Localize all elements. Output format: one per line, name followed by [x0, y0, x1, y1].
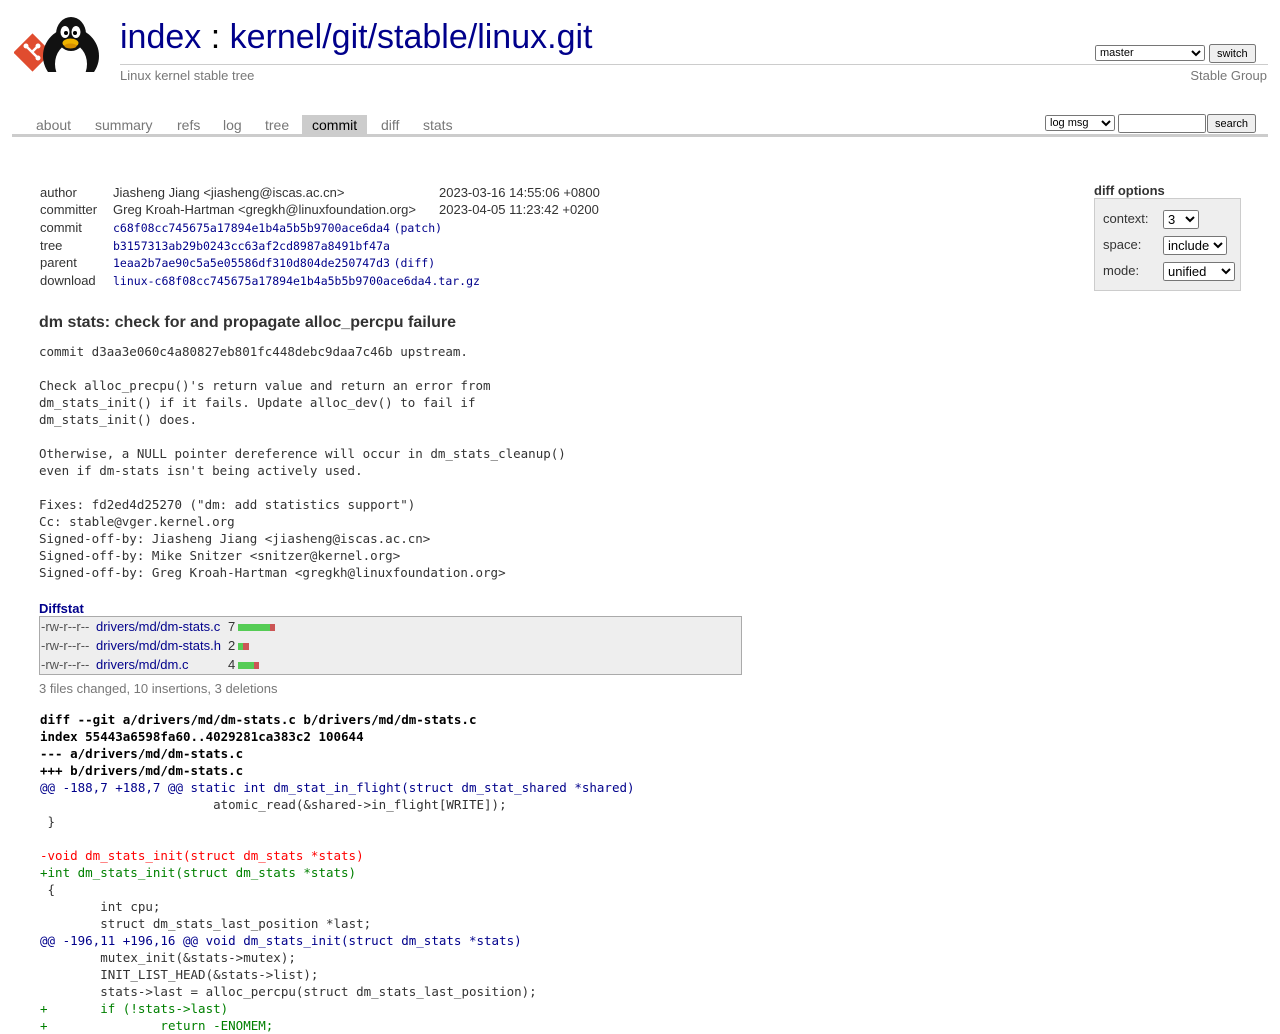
- tab-diff[interactable]: diff: [371, 115, 409, 134]
- diff-line-ctx: int cpu;: [40, 899, 161, 914]
- parent-hash-link[interactable]: 1eaa2b7ae90c5a5e05586df310d804de250747d3: [113, 256, 390, 270]
- title-separator: :: [201, 18, 230, 56]
- search-type-select[interactable]: log msg: [1045, 115, 1115, 131]
- patch-link[interactable]: (patch): [394, 221, 442, 235]
- file-link[interactable]: drivers/md/dm-stats.h: [96, 637, 221, 655]
- diff-line-add: +int dm_stats_init(struct dm_stats *stat…: [40, 865, 357, 880]
- mode-label: mode:: [1103, 263, 1140, 278]
- author-row: author Jiasheng Jiang <jiasheng@iscas.ac.…: [40, 184, 600, 201]
- commit-row: commit c68f08cc745675a17894e1b4a5b5b9700a…: [40, 219, 442, 236]
- commit-message: commit d3aa3e060c4a80827eb801fc448debc9d…: [39, 344, 566, 580]
- diffstat-row: -rw-r--r-- drivers/md/dm-stats.c 7: [41, 618, 731, 636]
- diff-line-ctx: struct dm_stats_last_position *last;: [40, 916, 372, 931]
- file-mode: -rw-r--r--: [41, 657, 90, 672]
- tab-summary[interactable]: summary: [85, 115, 163, 134]
- file-mode: -rw-r--r--: [41, 619, 90, 634]
- cgit-logo[interactable]: [14, 12, 110, 84]
- change-graph: [238, 643, 249, 650]
- page-title: index : kernel/git/stable/linux.git: [120, 18, 593, 57]
- diff-line-ctx: stats->last = alloc_percpu(struct dm_sta…: [40, 984, 537, 999]
- insertions-bar: [238, 662, 254, 669]
- diffstat-table: -rw-r--r-- drivers/md/dm-stats.c 7 -rw-r…: [39, 616, 742, 675]
- tree-hash-link[interactable]: b3157313ab29b0243cc63af2cd8987a8491bf47a: [113, 239, 390, 253]
- context-select[interactable]: 3: [1163, 210, 1199, 229]
- tab-refs[interactable]: refs: [167, 115, 210, 134]
- tree-row: tree b3157313ab29b0243cc63af2cd8987a8491b…: [40, 237, 390, 254]
- change-count: 2: [228, 638, 236, 653]
- commit-hash-link[interactable]: c68f08cc745675a17894e1b4a5b5b9700ace6da4: [113, 221, 390, 235]
- repo-description: Linux kernel stable tree: [120, 68, 255, 83]
- branch-select[interactable]: master: [1095, 45, 1205, 61]
- tux-penguin-icon: [40, 17, 102, 84]
- diff-line-add: + return -ENOMEM;: [40, 1018, 274, 1033]
- diff-line-add: + if (!stats->last): [40, 1001, 229, 1016]
- diff-options-panel: context: 3 space: include mode: unified: [1094, 198, 1241, 291]
- change-count: 7: [228, 619, 236, 634]
- file-link[interactable]: drivers/md/dm-stats.c: [96, 618, 220, 636]
- group-label: Stable Group: [1190, 68, 1267, 83]
- diff-options-title: diff options: [1094, 183, 1165, 198]
- author-value: Jiasheng Jiang <jiasheng@iscas.ac.cn>: [113, 185, 345, 200]
- diff-line-ctx: atomic_read(&shared->in_flight[WRITE]);: [40, 797, 507, 812]
- parent-label: parent: [40, 255, 77, 270]
- download-row: download linux-c68f08cc745675a17894e1b4a5…: [40, 272, 480, 289]
- diff-line-head: index 55443a6598fa60..4029281ca383c2 100…: [40, 729, 364, 744]
- diff-line-ctx: {: [40, 882, 56, 897]
- diff-line-ctx: mutex_init(&stats->mutex);: [40, 950, 296, 965]
- diffstat-link[interactable]: Diffstat: [39, 601, 84, 616]
- committer-row: committer Greg Kroah-Hartman <gregkh@linu…: [40, 201, 599, 218]
- diff-line-hunk: @@ -188,7 +188,7 @@ static int dm_stat_i…: [40, 780, 635, 795]
- diff-view: diff --git a/drivers/md/dm-stats.c b/dri…: [40, 711, 635, 1034]
- space-label: space:: [1103, 237, 1142, 252]
- diff-line-head: +++ b/drivers/md/dm-stats.c: [40, 763, 244, 778]
- committer-date: 2023-04-05 11:23:42 +0200: [439, 202, 599, 217]
- search-input[interactable]: [1118, 114, 1206, 133]
- commit-label: commit: [40, 220, 82, 235]
- diff-line-ctx: INIT_LIST_HEAD(&stats->list);: [40, 967, 319, 982]
- diff-line-hunk: @@ -196,11 +196,16 @@ void dm_stats_init…: [40, 933, 522, 948]
- header-divider: [120, 64, 1268, 65]
- parent-row: parent 1eaa2b7ae90c5a5e05586df310d804de25…: [40, 254, 435, 271]
- deletions-bar: [243, 643, 249, 650]
- tab-log[interactable]: log: [213, 115, 252, 134]
- diff-line-del: -void dm_stats_init(struct dm_stats *sta…: [40, 848, 364, 863]
- switch-button[interactable]: switch: [1209, 44, 1256, 63]
- tab-stats[interactable]: stats: [413, 115, 463, 134]
- deletions-bar: [269, 624, 276, 631]
- diffstat-row: -rw-r--r-- drivers/md/dm.c 4: [41, 656, 731, 674]
- author-label: author: [40, 185, 77, 200]
- download-link[interactable]: linux-c68f08cc745675a17894e1b4a5b5b9700a…: [113, 274, 480, 288]
- committer-value: Greg Kroah-Hartman <gregkh@linuxfoundati…: [113, 202, 416, 217]
- change-count: 4: [228, 657, 236, 672]
- search-button[interactable]: search: [1207, 114, 1257, 133]
- tab-about[interactable]: about: [26, 115, 81, 134]
- tree-label: tree: [40, 238, 63, 253]
- author-date: 2023-03-16 14:55:06 +0800: [439, 185, 600, 200]
- download-label: download: [40, 273, 96, 288]
- context-label: context:: [1103, 211, 1149, 226]
- change-graph: [238, 624, 276, 631]
- diff-line-ctx: [40, 830, 635, 847]
- mode-select[interactable]: unified: [1163, 262, 1235, 281]
- file-link[interactable]: drivers/md/dm.c: [96, 656, 188, 674]
- repo-link[interactable]: kernel/git/stable/linux.git: [230, 18, 593, 56]
- index-link[interactable]: index: [120, 18, 201, 56]
- committer-label: committer: [40, 202, 98, 217]
- file-mode: -rw-r--r--: [41, 638, 90, 653]
- diff-line-ctx: }: [40, 814, 56, 829]
- insertions-bar: [238, 624, 270, 631]
- diff-line-head: --- a/drivers/md/dm-stats.c: [40, 746, 244, 761]
- change-graph: [238, 662, 260, 669]
- diffstat-summary: 3 files changed, 10 insertions, 3 deleti…: [39, 681, 278, 696]
- tab-commit[interactable]: commit: [302, 115, 368, 134]
- parent-diff-link[interactable]: (diff): [394, 256, 436, 270]
- tab-tree[interactable]: tree: [255, 115, 299, 134]
- space-select[interactable]: include: [1163, 236, 1227, 255]
- deletions-bar: [253, 662, 260, 669]
- diff-line-head: diff --git a/drivers/md/dm-stats.c b/dri…: [40, 712, 477, 727]
- commit-subject: dm stats: check for and propagate alloc_…: [39, 314, 456, 331]
- diffstat-row: -rw-r--r-- drivers/md/dm-stats.h 2: [41, 637, 731, 655]
